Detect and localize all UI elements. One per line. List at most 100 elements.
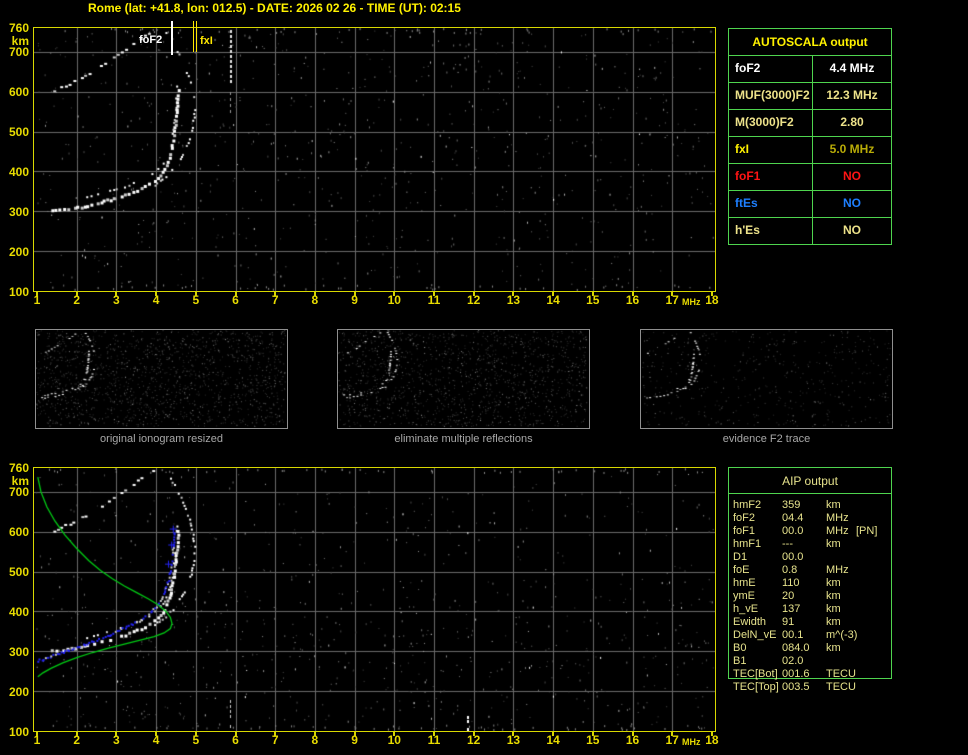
aip-note [856,590,892,603]
x-axis-tick-mark [36,292,38,296]
aip-note [856,577,892,590]
aip-note [856,499,892,512]
x-axis-tick-mark [591,732,594,736]
aip-unit: km [826,642,841,654]
y-tick-label: 400 [8,604,29,619]
aip-table-header: AIP output [782,474,838,488]
aip-row-foF1: foF1 00.0 MHz [PN] [728,525,892,538]
thumbnail-caption: evidence F2 trace [722,433,811,445]
aip-value: 001.6 [782,668,810,680]
aip-unit: TECU [826,681,856,693]
autoscala-row-value: NO [843,223,861,237]
aip-name: foF2 [733,512,756,524]
fxI-marker-line [193,21,194,52]
aip-note [856,603,892,616]
aip-note [856,564,892,577]
aip-unit: km [826,616,841,628]
aip-unit [826,551,856,564]
x-axis-tick-mark [353,292,356,296]
aip-unit: km [826,590,841,602]
autoscala-screen: { "window": { "title": "Rome (lat: +41.8… [0,0,968,755]
x-axis-unit-label: MHz [682,737,701,747]
autoscala-row-label: fxI [729,137,813,163]
autoscala-row-label: h'Es [729,218,813,244]
x-axis-tick-mark [710,732,713,736]
aip-value: 359 [782,499,801,511]
aip-value: 02.0 [782,655,804,667]
aip-name: hmF2 [733,499,762,511]
aip-value: 003.5 [782,681,810,693]
autoscala-row-value: NO [843,196,861,210]
x-axis-tick-mark [36,732,38,736]
aip-value: 084.0 [782,642,810,654]
autoscala-row-value: 12.3 MHz [826,88,878,102]
aip-row-hmF2: hmF2 359 km [728,499,892,512]
aip-unit: MHz [826,525,849,537]
aip-unit: km [826,499,841,511]
aip-note [856,668,892,681]
autoscala-row-MUF(3000)F2: MUF(3000)F2 12.3 MHz [729,83,891,110]
aip-row-B0: B0 084.0 km [728,642,892,655]
x-axis-tick-mark [433,292,435,296]
autoscala-table-header: AUTOSCALA output [729,29,891,56]
autoscala-row-label: M(3000)F2 [729,110,813,136]
aip-note [856,642,892,655]
foF2-marker-label: foF2 [139,34,163,46]
autoscala-row-foF2: foF2 4.4 MHz [729,56,891,83]
aip-note [856,616,892,629]
y-tick-label: 600 [8,84,29,99]
x-axis-tick-mark [671,292,674,296]
aip-row-Ewidth: Ewidth 91 km [728,616,892,629]
x-axis-tick-mark [433,732,435,736]
aip-name: foE [733,564,750,576]
thumbnail-evidence-f2-trace [640,329,893,429]
y-tick-label: 300 [8,644,29,659]
autoscala-table: AUTOSCALA output foF2 4.4 MHz MUF(3000)F2 1… [728,28,892,245]
aip-name: TEC[Top] [733,681,779,693]
aip-row-ymE: ymE 20 km [728,590,892,603]
thumbnail-caption: original ionogram resized [100,433,223,445]
aip-row-hmE: hmE 110 km [728,577,892,590]
aip-table: AIP output hmF2 359 km foF2 04.4 MHz foF1 00.0 M… [728,467,892,697]
aip-value: 00.1 [782,629,804,641]
x-axis-tick-mark [75,292,78,296]
y-tick-label: 600 [8,524,29,539]
aip-name: TEC[Bot] [733,668,778,680]
x-axis-tick-mark [710,292,713,296]
x-axis-tick-mark [552,292,555,296]
x-axis-tick-mark [512,732,515,736]
autoscala-row-label: ftEs [729,191,813,217]
aip-name: Ewidth [733,616,767,628]
x-axis-tick-mark [155,292,158,296]
aip-note [856,512,892,525]
autoscala-row-label: foF2 [729,56,813,82]
aip-name: foF1 [733,525,756,537]
x-axis-tick-mark [115,292,118,296]
y-tick-label: 200 [8,244,29,259]
thumbnail-caption: eliminate multiple reflections [394,433,533,445]
autoscala-row-h'Es: h'Es NO [729,218,891,244]
y-tick-label: 760 [8,20,29,35]
thumbnail-eliminate-reflections [337,329,590,429]
y-tick-label: 500 [8,564,29,579]
x-axis-tick-mark [671,732,674,736]
thumbnail-eliminate-canvas [338,330,589,428]
aip-unit: MHz [826,512,849,524]
y-axis-unit-label: km [11,34,29,48]
x-axis-tick-mark [472,292,475,296]
aip-row-foF2: foF2 04.4 MHz [728,512,892,525]
x-axis-tick-mark [234,732,237,736]
aip-name: B1 [733,655,747,667]
aip-note: [PN] [856,525,878,537]
y-tick-label: 760 [8,460,29,475]
x-axis-unit-label: MHz [682,297,701,307]
x-axis-tick-mark [234,292,237,296]
aip-row-foE: foE 0.8 MHz [728,564,892,577]
x-axis-tick-mark [393,732,396,736]
aip-row-D1: D1 00.0 [728,551,892,564]
aip-unit: km [826,577,841,589]
autoscala-row-label: MUF(3000)F2 [729,83,813,109]
aip-value: 20 [782,590,795,602]
x-axis-tick-mark [512,292,515,296]
foF2-marker-line [171,21,173,55]
